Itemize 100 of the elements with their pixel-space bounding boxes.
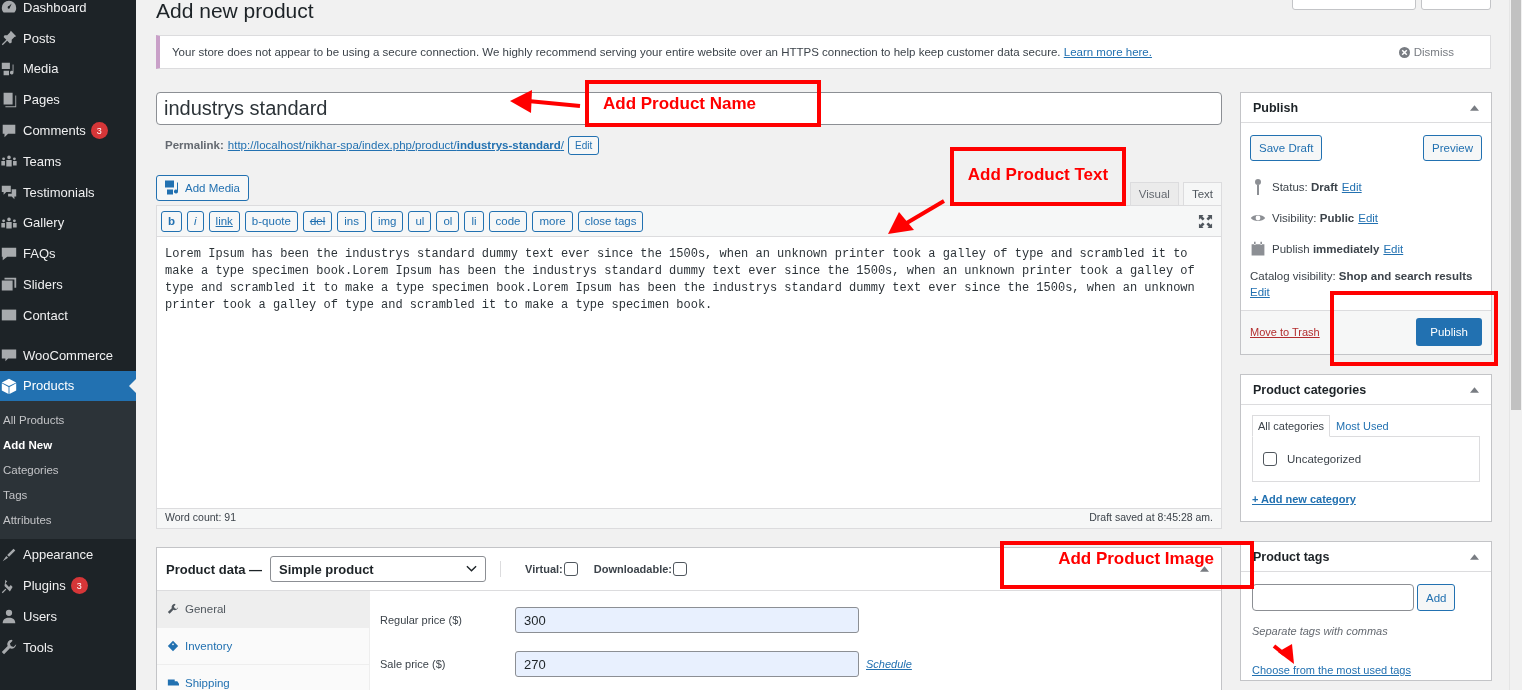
annotation-box: Add Product Name: [585, 80, 821, 127]
sidebar-item[interactable]: Teams: [0, 146, 136, 177]
sidebar-item[interactable]: FAQs: [0, 238, 136, 270]
scrollbar[interactable]: [1509, 0, 1522, 690]
dismiss-button[interactable]: Dismiss: [1398, 46, 1454, 58]
count-badge: 3: [90, 122, 108, 140]
sidebar-item[interactable]: WooCommerce: [0, 339, 136, 371]
panel-title: Product tags: [1253, 549, 1330, 564]
category-tab[interactable]: Most Used: [1330, 415, 1395, 437]
learn-more-link[interactable]: Learn more here.: [1063, 46, 1152, 58]
sidebar-item[interactable]: Users: [0, 600, 136, 632]
format-button[interactable]: close tags: [577, 210, 644, 232]
edit-link[interactable]: Edit: [1383, 242, 1404, 255]
option-label: Virtual:: [525, 563, 563, 575]
field-label: Regular price ($): [380, 614, 463, 626]
person-icon: [0, 607, 18, 626]
edit-link[interactable]: Edit: [1250, 286, 1270, 298]
format-button[interactable]: img: [370, 210, 404, 232]
content-textarea[interactable]: Lorem Ipsum has been the industrys standard dummy text ever since the 1500s, when an unknown printer took a galley of type and scrambled it to make a type specimen book.Lorem Ipsum has been the industrys standard dummy text ever since the 1500s, when an unknown printer took a galley of type and scrambled it to make a type specimen book.Lorem Ipsum has been the industrys standard dummy text ever since the 1500s, when an unknown printer took a galley of type and scrambled it to make a type specimen book.: [157, 237, 1221, 508]
checkbox[interactable]: [1263, 452, 1277, 466]
add-tag-button[interactable]: Add: [1417, 584, 1456, 611]
count-badge: 3: [70, 577, 88, 595]
panel-title: Product data —: [166, 561, 263, 577]
word-count: Word count: 91: [165, 511, 236, 525]
format-button[interactable]: ul: [408, 210, 432, 232]
wrench-icon: [0, 638, 18, 657]
price-field[interactable]: 300: [515, 607, 859, 633]
tag-field[interactable]: [1252, 584, 1414, 611]
fullscreen-icon[interactable]: [1198, 213, 1213, 229]
sidebar-item[interactable]: Sliders: [0, 269, 136, 300]
checkbox[interactable]: [673, 562, 687, 576]
annotation-arrow: [1272, 644, 1294, 664]
draft-saved-status: Draft saved at 8:45:28 am.: [1089, 511, 1213, 525]
format-button[interactable]: link: [208, 210, 240, 232]
hint-text: Separate tags with commas: [1252, 625, 1389, 637]
sidebar-item[interactable]: Testimonials: [0, 176, 136, 208]
option-label: Downloadable:: [593, 563, 672, 575]
sidebar-item[interactable]: Posts: [0, 22, 136, 54]
pin-icon: [0, 29, 18, 48]
wrench-icon: [167, 603, 179, 615]
sidebar-item[interactable]: Appearance: [0, 539, 136, 571]
annotation-arrow: [510, 90, 581, 113]
sidebar-item[interactable]: Plugins 3: [0, 570, 136, 601]
sidebar-item[interactable]: Pages: [0, 84, 136, 116]
submenu-item[interactable]: Attributes: [0, 508, 136, 534]
format-button[interactable]: b: [161, 210, 183, 232]
collapse-icon[interactable]: [1470, 553, 1479, 560]
editor-tab[interactable]: Text: [1182, 182, 1222, 205]
panel-title: Publish: [1253, 100, 1299, 115]
move-to-trash-link[interactable]: Move to Trash: [1250, 326, 1320, 338]
format-button[interactable]: i: [187, 210, 204, 232]
sidebar-item[interactable]: Comments 3: [0, 115, 136, 146]
save-draft-button[interactable]: Save Draft: [1250, 135, 1323, 161]
schedule-link[interactable]: Schedule: [866, 658, 912, 670]
panel-tab[interactable]: Inventory: [157, 628, 369, 665]
submenu-item[interactable]: All Products: [0, 408, 136, 434]
format-button[interactable]: ins: [337, 210, 366, 232]
price-field[interactable]: 270: [515, 651, 859, 677]
preview-button[interactable]: Preview: [1423, 135, 1482, 161]
collapse-icon[interactable]: [1470, 386, 1479, 393]
sidebar-item[interactable]: Gallery: [0, 207, 136, 239]
truck-icon: [167, 677, 179, 689]
panel-tab[interactable]: Shipping: [157, 665, 369, 690]
edit-link[interactable]: Edit: [1358, 211, 1379, 224]
chevron-down-icon: [466, 565, 478, 573]
format-button[interactable]: code: [488, 210, 528, 232]
sidebar-item[interactable]: Products: [0, 370, 136, 402]
publish-button[interactable]: Publish: [1416, 318, 1482, 346]
editor-tab[interactable]: Visual: [1129, 182, 1179, 205]
submenu-item[interactable]: Tags: [0, 483, 136, 509]
add-category-link[interactable]: + Add new category: [1252, 493, 1356, 505]
collapse-icon[interactable]: [1470, 104, 1479, 111]
panel-tab[interactable]: General: [157, 591, 369, 628]
permalink-link[interactable]: http://localhost/nikhar-spa/index.php/product/industrys-standard/: [227, 139, 565, 151]
most-used-tags-link[interactable]: Choose from the most used tags: [1252, 664, 1411, 676]
edit-link[interactable]: Edit: [1341, 180, 1362, 193]
add-media-button[interactable]: Add Media: [156, 175, 249, 201]
sidebar-item[interactable]: Media: [0, 53, 136, 85]
format-button[interactable]: del: [302, 210, 333, 232]
submenu-item[interactable]: Categories: [0, 458, 136, 484]
format-button[interactable]: b-quote: [244, 210, 298, 232]
sidebar-item[interactable]: Tools: [0, 631, 136, 663]
edit-button[interactable]: Edit: [568, 135, 600, 155]
category-label: Uncategorized: [1287, 453, 1362, 465]
checkbox[interactable]: [563, 562, 578, 576]
format-button[interactable]: ol: [436, 210, 460, 232]
field-label: Sale price ($): [380, 658, 447, 670]
publish-setting: Publish immediately: [1272, 242, 1380, 255]
sidebar-item[interactable]: Dashboard: [0, 0, 136, 23]
annotation-box: Add Product Image: [1000, 541, 1254, 589]
collapse-icon[interactable]: [1200, 566, 1209, 572]
box-icon: [0, 376, 18, 395]
submenu-item[interactable]: Add New: [0, 433, 136, 459]
category-tab[interactable]: All categories: [1252, 415, 1331, 437]
sidebar-item[interactable]: Contact: [0, 299, 136, 331]
publish-setting: Status: Draft: [1272, 180, 1338, 193]
format-button[interactable]: more: [532, 210, 573, 232]
publish-setting: Catalog visibility: Shop and search results: [1250, 270, 1473, 282]
format-button[interactable]: li: [464, 210, 484, 232]
product-type-select[interactable]: Simple product: [270, 556, 487, 582]
